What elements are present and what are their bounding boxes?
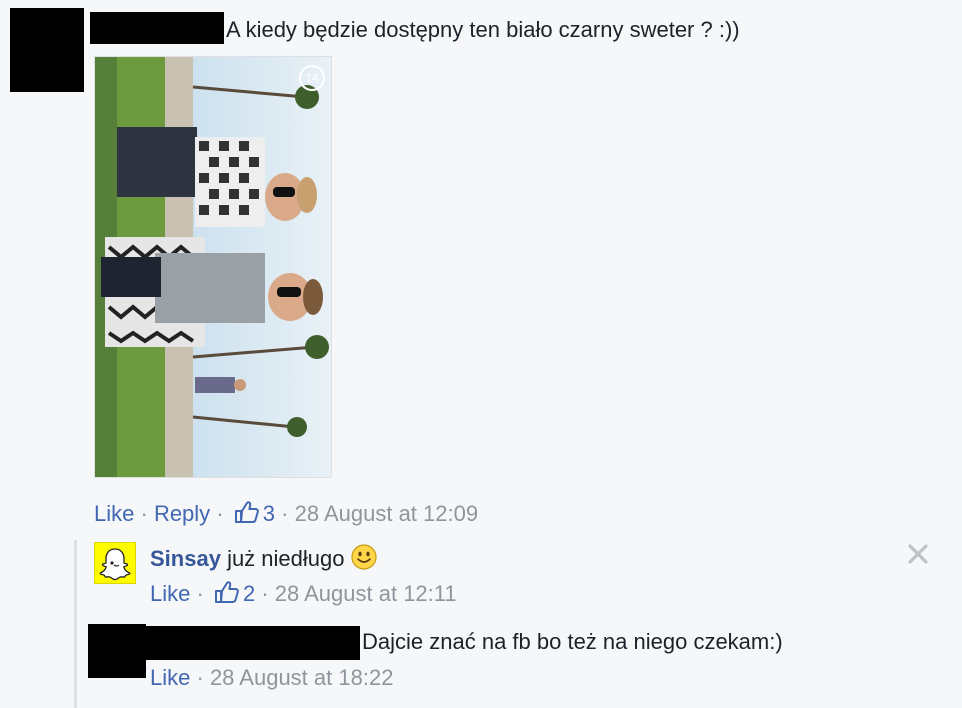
like-count[interactable]: 3 — [230, 501, 281, 526]
redacted-author-name — [146, 626, 360, 660]
comment-actions: Like · Reply · 3 · 28 August at 12:09 — [94, 500, 478, 528]
redacted-avatar — [88, 624, 146, 678]
reply-text: już niedługo — [227, 546, 345, 571]
like-link[interactable]: Like — [150, 665, 190, 690]
timestamp[interactable]: 28 August at 12:09 — [295, 501, 479, 526]
like-link[interactable]: Like — [94, 501, 134, 526]
reply-actions: Like · 2 · 28 August at 12:11 — [150, 580, 457, 608]
redacted-avatar — [10, 8, 84, 92]
reply-actions: Like · 28 August at 18:22 — [150, 664, 393, 692]
reply-text-row: Sinsay już niedługo — [150, 544, 377, 573]
separator: · — [140, 501, 148, 526]
thumbs-up-icon — [214, 581, 239, 603]
photo-count-label: 14 — [305, 71, 319, 85]
photo-image — [95, 57, 331, 477]
reply-thread-line — [74, 540, 77, 708]
comment-photo[interactable]: 14 — [94, 56, 332, 478]
timestamp[interactable]: 28 August at 12:11 — [275, 581, 457, 606]
thumbs-up-icon — [234, 501, 259, 523]
separator: · — [216, 501, 224, 526]
sinsay-avatar[interactable] — [94, 542, 136, 584]
like-count[interactable]: 2 — [210, 581, 261, 606]
snapchat-ghost-icon — [99, 548, 131, 581]
like-count-value: 2 — [242, 581, 256, 606]
smiley-emoji-icon — [350, 544, 377, 570]
separator: · — [281, 501, 289, 526]
photo-count-badge: 14 — [299, 65, 325, 91]
timestamp[interactable]: 28 August at 18:22 — [210, 665, 394, 690]
close-icon-glyph — [908, 544, 928, 564]
like-count-value: 3 — [262, 501, 276, 526]
reply-link[interactable]: Reply — [154, 501, 210, 526]
separator: · — [196, 665, 204, 690]
separator: · — [196, 581, 204, 606]
reply-text: Dajcie znać na fb bo też na niego czekam… — [362, 629, 783, 654]
like-link[interactable]: Like — [150, 581, 190, 606]
redacted-author-name — [90, 12, 224, 44]
separator: · — [261, 581, 269, 606]
close-icon[interactable] — [906, 542, 930, 566]
comment-text: A kiedy będzie dostępny ten biało czarny… — [226, 17, 740, 42]
reply-author[interactable]: Sinsay — [150, 546, 221, 571]
